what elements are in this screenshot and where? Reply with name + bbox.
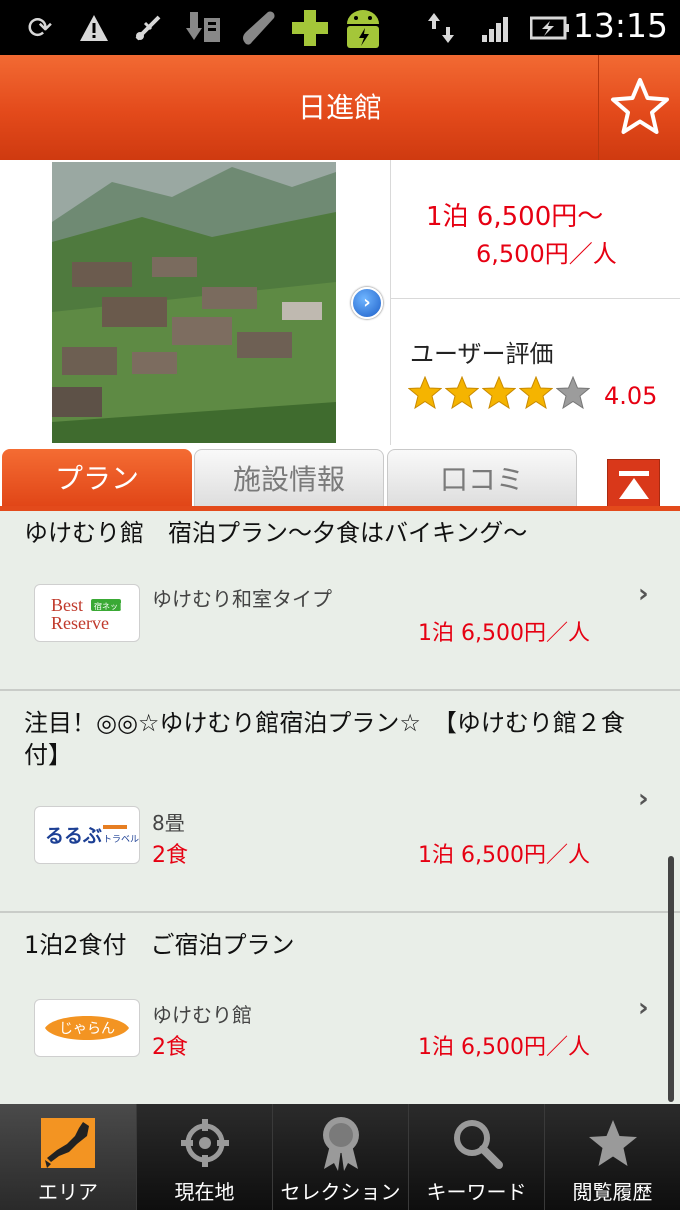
info-divider-vertical — [390, 160, 391, 445]
tab-reviews[interactable]: 口コミ — [387, 449, 577, 509]
nav-selection[interactable]: セレクション — [272, 1104, 408, 1210]
list-item[interactable]: ゆけむり館 宿泊プラン〜夕食はバイキング〜 Best 宿ネット Reserve … — [0, 511, 680, 691]
svg-text:じゃらん: じゃらん — [59, 1021, 115, 1037]
plus-icon — [288, 8, 332, 48]
info-divider-horizontal — [390, 298, 680, 299]
tab-bar: プラン 施設情報 口コミ — [0, 445, 680, 511]
nav-label: 現在地 — [174, 1180, 235, 1204]
list-item[interactable]: 1泊2食付 ご宿泊プラン じゃらん ゆけむり館 2食 1泊 6,500円／人 › — [0, 913, 680, 1104]
favorite-button[interactable] — [598, 55, 680, 160]
tab-facility-info[interactable]: 施設情報 — [194, 449, 384, 509]
nav-label: セレクション — [280, 1180, 401, 1204]
plan-price: 1泊 6,500円／人 — [418, 843, 590, 868]
best-reserve-logo: Best 宿ネット Reserve — [34, 584, 140, 642]
plan-price: 1泊 6,500円／人 — [418, 621, 590, 646]
chevron-right-icon: › — [638, 784, 649, 814]
nav-label: キーワード — [426, 1180, 527, 1204]
signal-icon — [478, 8, 512, 48]
star-filled-icon — [519, 376, 553, 410]
data-arrows-icon — [424, 8, 458, 48]
rating-label: ユーザー評価 — [410, 340, 554, 368]
plan-price: 1泊 6,500円／人 — [418, 1035, 590, 1060]
plan-title: ゆけむり館 宿泊プラン〜夕食はバイキング〜 — [24, 519, 528, 547]
nav-keyword[interactable]: キーワード — [408, 1104, 544, 1210]
plan-title: 1泊2食付 ご宿泊プラン — [24, 931, 295, 959]
rurubu-travel-logo: るるぶ トラベル — [34, 806, 140, 864]
plan-list: ゆけむり館 宿泊プラン〜夕食はバイキング〜 Best 宿ネット Reserve … — [0, 511, 680, 1104]
svg-text:Best: Best — [51, 595, 83, 615]
download-icon — [182, 8, 226, 48]
nav-current-location[interactable]: 現在地 — [136, 1104, 272, 1210]
list-item[interactable]: 注目！◎◎☆ゆけむり館宿泊プラン☆ 【ゆけむり館２食付】 るるぶ トラベル 8畳… — [0, 691, 680, 913]
japan-map-icon — [41, 1118, 95, 1168]
plan-meals: 2食 — [152, 1035, 188, 1060]
star-filled-icon — [445, 376, 479, 410]
star-outline-icon — [611, 78, 669, 134]
crosshair-icon — [180, 1119, 229, 1167]
plan-room-type: ゆけむり和室タイプ — [152, 587, 332, 611]
scroll-to-top-button[interactable] — [607, 459, 660, 509]
plan-meals: 2食 — [152, 843, 188, 868]
phone-icon — [236, 8, 280, 48]
nav-label: エリア — [38, 1180, 98, 1204]
svg-text:るるぶ: るるぶ — [45, 825, 102, 847]
arrow-up-to-top-icon — [619, 471, 649, 499]
magnifier-icon — [453, 1120, 503, 1169]
hotel-photo[interactable] — [52, 162, 336, 443]
app-header: 日進館 — [0, 55, 680, 160]
svg-text:宿ネット: 宿ネット — [94, 601, 126, 611]
award-badge-icon — [322, 1117, 359, 1171]
jalan-logo: じゃらん — [34, 999, 140, 1057]
plan-room-type: 8畳 — [152, 811, 185, 835]
nav-history[interactable]: 閲覧履歴 — [544, 1104, 680, 1210]
android-icon — [338, 8, 388, 48]
svg-text:トラベル: トラベル — [103, 834, 139, 845]
plan-room-type: ゆけむり館 — [152, 1003, 252, 1027]
hotel-name-title: 日進館 — [297, 91, 382, 124]
battery-icon — [528, 8, 572, 48]
next-photo-button[interactable]: › — [351, 287, 383, 319]
svg-text:Reserve: Reserve — [51, 613, 109, 633]
tab-plan[interactable]: プラン — [2, 449, 192, 509]
chevron-right-icon: › — [638, 993, 649, 1023]
bottom-navigation: エリア 現在地 セレクション キーワード 閲覧履歴 — [0, 1104, 680, 1210]
status-bar: ⟳ 13:15 — [0, 0, 680, 55]
rating-value: 4.05 — [604, 382, 658, 410]
star-filled-icon — [408, 376, 442, 410]
warning-icon — [74, 8, 114, 48]
price-per-night: 1泊 6,500円〜 — [426, 202, 604, 232]
sync-icon: ⟳ — [27, 10, 53, 46]
status-clock: 13:15 — [572, 6, 668, 45]
chevron-right-icon: › — [638, 579, 649, 609]
star-filled-icon — [482, 376, 516, 410]
nav-area[interactable]: エリア — [0, 1104, 136, 1210]
star-empty-icon — [556, 376, 590, 410]
nav-label: 閲覧履歴 — [572, 1180, 653, 1204]
list-scrollbar[interactable] — [668, 856, 674, 1102]
plan-title: 注目！◎◎☆ゆけむり館宿泊プラン☆ 【ゆけむり館２食付】 — [24, 709, 625, 769]
usb-icon — [128, 8, 168, 48]
hotel-summary: › 1泊 6,500円〜 6,500円／人 ユーザー評価 4.05 — [0, 160, 680, 445]
price-per-person: 6,500円／人 — [476, 240, 617, 268]
star-icon — [588, 1120, 637, 1166]
